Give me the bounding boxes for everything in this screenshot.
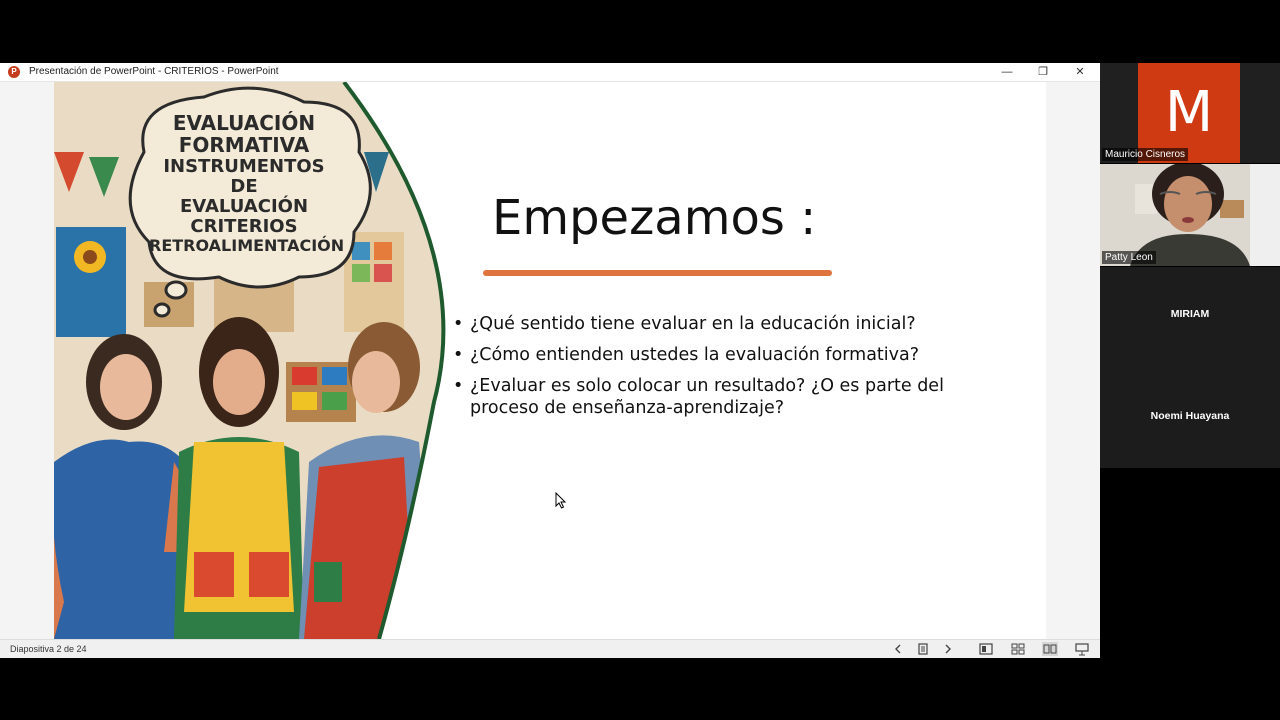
slide-sorter-icon[interactable]	[1010, 642, 1026, 656]
title-underline	[483, 270, 832, 276]
reading-view-icon[interactable]	[1042, 642, 1058, 656]
bullet-list: • ¿Qué sentido tiene evaluar en la educac…	[450, 313, 1010, 428]
close-button[interactable]: ✕	[1063, 63, 1097, 81]
bubble-line: INSTRUMENTOS DE	[163, 155, 325, 197]
status-bar: Diapositiva 2 de 24	[0, 639, 1100, 658]
bullet-icon: •	[453, 376, 464, 396]
slide-canvas: EVALUACIÓN FORMATIVA INSTRUMENTOS DE EVA…	[0, 82, 1100, 639]
minimize-button[interactable]: —	[990, 63, 1024, 81]
restore-button[interactable]: ❐	[1026, 63, 1060, 81]
bubble-line: EVALUACIÓN	[179, 196, 309, 218]
bubble-line: RETROALIMENTACIÓN	[149, 236, 345, 256]
thought-bubble-text: EVALUACIÓN FORMATIVA INSTRUMENTOS DE EVA…	[149, 111, 345, 256]
window-title: Presentación de PowerPoint - CRITERIOS -…	[29, 66, 279, 77]
participant-name[interactable]: Noemi Huayana	[1100, 410, 1280, 422]
slide-illustration: EVALUACIÓN FORMATIVA INSTRUMENTOS DE EVA…	[54, 82, 454, 639]
bullet-text: ¿Evaluar es solo colocar un resultado? ¿…	[470, 376, 944, 418]
bullet-text: ¿Cómo entienden ustedes la evaluación fo…	[470, 345, 920, 365]
slide-counter: Diapositiva 2 de 24	[10, 644, 87, 654]
bubble-line: EVALUACIÓN	[172, 111, 316, 135]
bubble-line: FORMATIVA	[178, 133, 310, 158]
participant-name: Patty Leon	[1102, 251, 1156, 264]
previous-slide-icon[interactable]	[890, 642, 906, 656]
participant-name: Mauricio Cisneros	[1102, 148, 1189, 161]
participant-tile-camera[interactable]: Patty Leon	[1100, 164, 1280, 266]
bullet-text: ¿Qué sentido tiene evaluar en la educaci…	[470, 314, 916, 334]
list-item: • ¿Qué sentido tiene evaluar en la educac…	[450, 313, 1010, 335]
slide[interactable]: EVALUACIÓN FORMATIVA INSTRUMENTOS DE EVA…	[54, 82, 1046, 639]
slide-menu-icon[interactable]	[915, 642, 931, 656]
slide-title: Empezamos :	[492, 190, 817, 246]
bullet-icon: •	[453, 314, 464, 334]
title-bar: P Presentación de PowerPoint - CRITERIOS…	[0, 63, 1100, 82]
participant-tile-presenter[interactable]: M Mauricio Cisneros	[1100, 63, 1280, 163]
bubble-line: CRITERIOS	[190, 216, 298, 238]
powerpoint-window: P Presentación de PowerPoint - CRITERIOS…	[0, 63, 1100, 658]
participant-name[interactable]: MIRIAM	[1100, 308, 1280, 320]
list-item: • ¿Cómo entienden ustedes la evaluación f…	[450, 344, 1010, 366]
list-item: • ¿Evaluar es solo colocar un resultado? …	[450, 375, 1010, 419]
next-slide-icon[interactable]	[940, 642, 956, 656]
normal-view-icon[interactable]	[978, 642, 994, 656]
powerpoint-icon: P	[8, 66, 20, 78]
slideshow-icon[interactable]	[1074, 642, 1090, 656]
mouse-cursor-icon	[555, 492, 567, 509]
participant-tiles-audio: MIRIAM Noemi Huayana	[1100, 267, 1280, 468]
bullet-icon: •	[453, 345, 464, 365]
